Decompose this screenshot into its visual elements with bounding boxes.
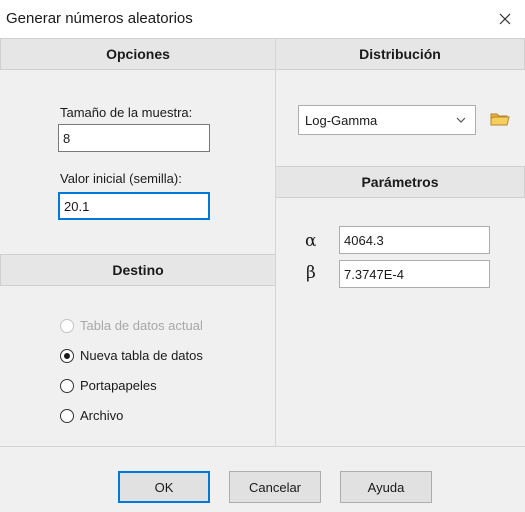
radio-label: Tabla de datos actual	[80, 318, 203, 333]
radio-label: Nueva tabla de datos	[80, 348, 203, 363]
radio-label: Portapapeles	[80, 378, 157, 393]
window-title: Generar números aleatorios	[6, 10, 193, 27]
bottom-divider	[0, 446, 525, 447]
radio-clipboard[interactable]: Portapapeles	[60, 378, 157, 393]
sample-size-input[interactable]	[58, 124, 210, 152]
radio-button[interactable]	[60, 348, 74, 363]
dialog-body: Opciones Distribución Parámetros Destino…	[0, 38, 525, 512]
folder-icon	[490, 113, 510, 126]
parameters-header: Parámetros	[275, 166, 525, 198]
title-bar: Generar números aleatorios	[0, 0, 525, 38]
ok-button[interactable]: OK	[118, 471, 210, 503]
options-header: Opciones	[0, 38, 276, 70]
beta-symbol: β	[306, 263, 316, 283]
distribution-selected-value: Log-Gamma	[305, 112, 378, 128]
browse-folder-button[interactable]	[490, 111, 510, 130]
radio-new-table[interactable]: Nueva tabla de datos	[60, 348, 203, 363]
vertical-divider	[275, 38, 276, 446]
radio-label: Archivo	[80, 408, 124, 423]
chevron-down-icon	[456, 117, 466, 123]
close-button[interactable]	[491, 6, 519, 32]
radio-file[interactable]: Archivo	[60, 408, 123, 423]
seed-label: Valor inicial (semilla):	[60, 171, 182, 186]
cancel-button[interactable]: Cancelar	[229, 471, 321, 503]
radio-button[interactable]	[60, 378, 74, 393]
distribution-select[interactable]: Log-Gamma	[298, 105, 476, 135]
radio-button[interactable]	[60, 318, 74, 333]
destination-header: Destino	[0, 254, 276, 286]
seed-input[interactable]	[58, 192, 210, 220]
close-icon	[499, 13, 511, 25]
alpha-symbol: α	[305, 231, 317, 251]
radio-button[interactable]	[60, 408, 74, 423]
sample-size-label: Tamaño de la muestra:	[60, 105, 193, 120]
distribution-header: Distribución	[275, 38, 525, 70]
beta-input[interactable]	[339, 260, 490, 288]
alpha-input[interactable]	[339, 226, 490, 254]
radio-current-table[interactable]: Tabla de datos actual	[60, 318, 203, 333]
help-button[interactable]: Ayuda	[340, 471, 432, 503]
